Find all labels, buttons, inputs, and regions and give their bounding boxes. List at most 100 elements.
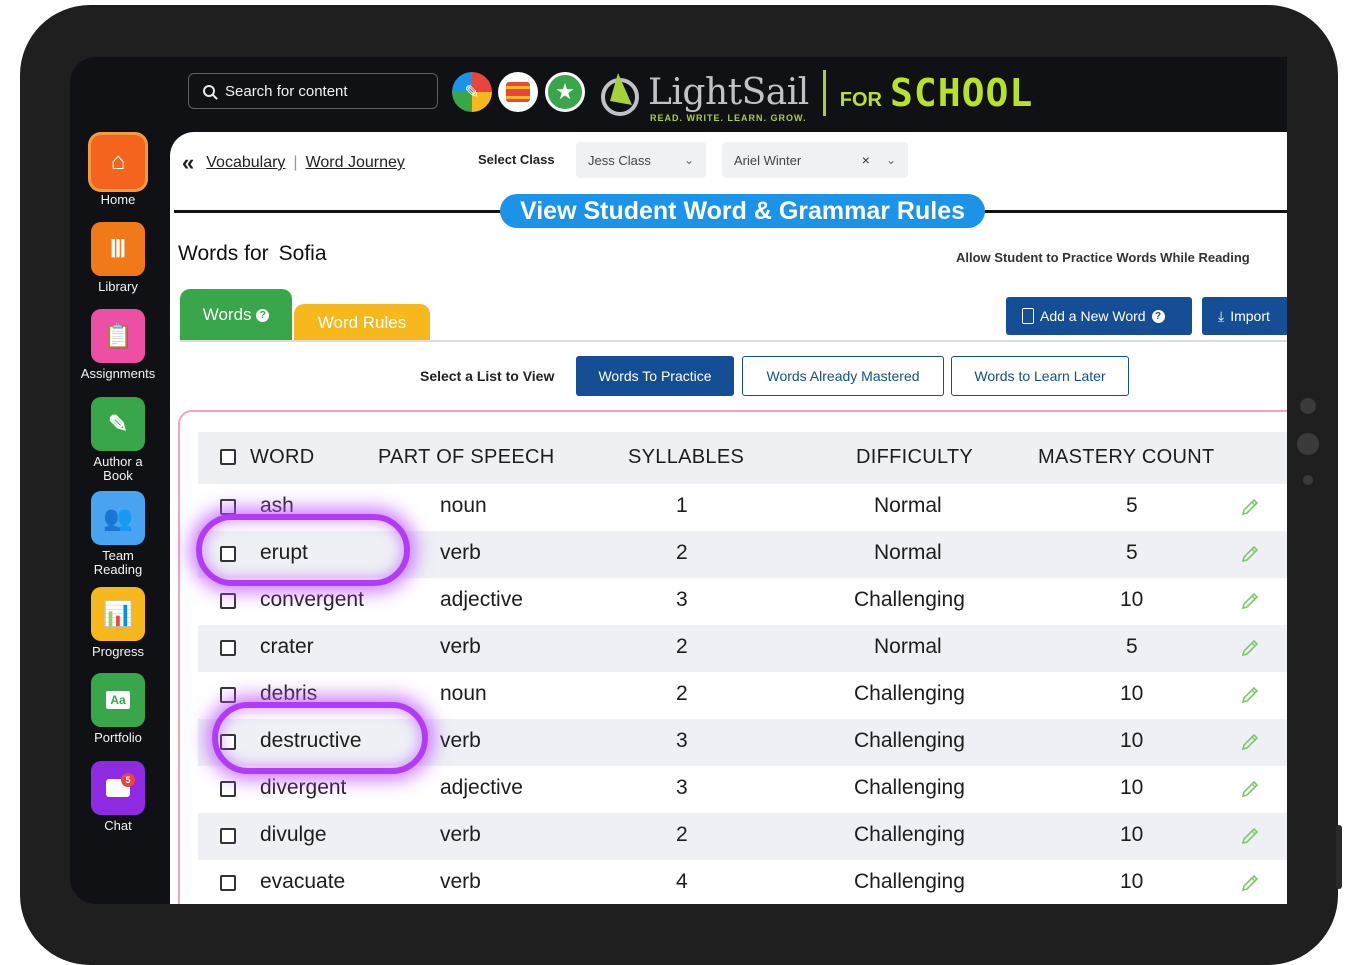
cell-mastery-count: 10 bbox=[1120, 870, 1144, 893]
home-icon: ⌂ bbox=[91, 135, 145, 189]
page-title: View Student Word & Grammar Rules bbox=[500, 194, 986, 228]
color-wheel-icon[interactable]: ✎ bbox=[452, 72, 492, 112]
import-icon: ⤓ bbox=[1218, 307, 1225, 324]
chevron-down-icon: ⌄ bbox=[885, 153, 896, 167]
words-for-label: Words for bbox=[178, 242, 269, 265]
header-syllables: SYLLABLES bbox=[628, 446, 745, 468]
edit-pencil-icon[interactable] bbox=[1240, 497, 1260, 517]
row-checkbox[interactable] bbox=[220, 640, 236, 656]
sidebar-label: Author a Book bbox=[93, 454, 143, 483]
sidebar-label: Assignments bbox=[80, 366, 156, 381]
row-checkbox[interactable] bbox=[220, 499, 236, 515]
sidebar-item-library[interactable]: Ⅲ Library bbox=[70, 222, 166, 294]
cell-difficulty: Challenging bbox=[854, 682, 965, 705]
sidebar-item-team-reading[interactable]: 👥 Team Reading bbox=[70, 491, 166, 577]
sidebar-item-progress[interactable]: 📊 Progress bbox=[70, 587, 166, 659]
words-to-practice-button[interactable]: Words To Practice bbox=[576, 356, 734, 396]
tab-words[interactable]: Words ? bbox=[180, 289, 292, 341]
edit-pencil-icon[interactable] bbox=[1240, 873, 1260, 893]
row-checkbox[interactable] bbox=[220, 781, 236, 797]
cell-word: convergent bbox=[260, 588, 364, 611]
words-table: WORD PART OF SPEECH SYLLABLES DIFFICULTY… bbox=[178, 410, 1287, 904]
logo-divider bbox=[822, 70, 826, 116]
sidebar-label: Portfolio bbox=[94, 730, 142, 745]
tablet-side-button bbox=[1336, 825, 1342, 889]
tab-word-rules[interactable]: Word Rules bbox=[294, 304, 430, 342]
breadcrumb-vocabulary[interactable]: Vocabulary bbox=[206, 154, 285, 172]
row-checkbox[interactable] bbox=[220, 687, 236, 703]
brand-name: LightSail bbox=[648, 72, 809, 113]
breadcrumb-separator: | bbox=[293, 154, 298, 171]
cell-part-of-speech: verb bbox=[440, 541, 481, 564]
edit-pencil-icon[interactable] bbox=[1240, 826, 1260, 846]
add-word-button[interactable]: Add a New Word ? bbox=[1006, 297, 1192, 335]
help-icon[interactable]: ? bbox=[1151, 309, 1165, 323]
cell-mastery-count: 5 bbox=[1126, 635, 1138, 658]
cell-word: crater bbox=[260, 635, 314, 658]
words-learn-later-button[interactable]: Words to Learn Later bbox=[951, 356, 1129, 396]
cell-difficulty: Challenging bbox=[854, 588, 965, 611]
cell-difficulty: Challenging bbox=[854, 870, 965, 893]
cell-word: evacuate bbox=[260, 870, 346, 893]
help-icon[interactable]: ? bbox=[256, 308, 270, 322]
cell-syllables: 2 bbox=[676, 635, 688, 658]
chat-icon: 5 bbox=[91, 761, 145, 815]
edit-pencil-icon[interactable] bbox=[1240, 638, 1260, 658]
words-for-heading: Words for Sofia bbox=[178, 242, 327, 266]
cell-syllables: 4 bbox=[676, 870, 688, 893]
class-select[interactable]: Jess Class ⌄ bbox=[576, 142, 706, 178]
words-mastered-button[interactable]: Words Already Mastered bbox=[742, 356, 944, 396]
sidebar-label: Team Reading bbox=[93, 548, 143, 577]
cell-part-of-speech: adjective bbox=[440, 588, 523, 611]
breadcrumb-word-journey[interactable]: Word Journey bbox=[306, 154, 405, 172]
cell-part-of-speech: verb bbox=[440, 870, 481, 893]
highlight-erupt bbox=[196, 514, 410, 586]
row-checkbox[interactable] bbox=[220, 593, 236, 609]
row-checkbox[interactable] bbox=[220, 828, 236, 844]
sidebar-item-home[interactable]: ⌂ Home bbox=[70, 135, 166, 207]
sail-logo-icon bbox=[598, 71, 642, 116]
brand-tagline: READ. WRITE. LEARN. GROW. bbox=[650, 113, 807, 123]
main-panel: « Vocabulary | Word Journey Select Class… bbox=[170, 132, 1287, 904]
student-select[interactable]: Ariel Winter × ⌄ bbox=[722, 142, 908, 178]
sidebar-label: Chat bbox=[104, 818, 132, 833]
tab-divider bbox=[180, 340, 1287, 342]
search-input[interactable]: Search for content bbox=[188, 73, 438, 109]
clear-icon[interactable]: × bbox=[862, 152, 870, 168]
edit-pencil-icon[interactable] bbox=[1240, 685, 1260, 705]
row-checkbox[interactable] bbox=[220, 875, 236, 891]
table-row: evacuate verb 4 Challenging 10 bbox=[198, 860, 1287, 904]
select-class-label: Select Class bbox=[478, 152, 555, 167]
highlight-destructive bbox=[212, 702, 428, 774]
cell-part-of-speech: noun bbox=[440, 682, 487, 705]
cell-mastery-count: 10 bbox=[1120, 682, 1144, 705]
import-button[interactable]: ⤓ Import bbox=[1202, 297, 1287, 335]
cell-part-of-speech: verb bbox=[440, 823, 481, 846]
edit-pencil-icon[interactable] bbox=[1240, 544, 1260, 564]
edit-pencil-icon[interactable] bbox=[1240, 591, 1260, 611]
sidebar-item-portfolio[interactable]: Aa Portfolio bbox=[70, 673, 166, 745]
star-icon[interactable]: ★ bbox=[545, 72, 585, 112]
cell-syllables: 1 bbox=[676, 494, 688, 517]
cell-syllables: 2 bbox=[676, 682, 688, 705]
sidebar-item-assignments[interactable]: 📋 Assignments bbox=[70, 309, 166, 381]
cell-part-of-speech: adjective bbox=[440, 776, 523, 799]
select-all-checkbox[interactable] bbox=[220, 449, 236, 465]
search-placeholder: Search for content bbox=[225, 82, 348, 100]
cell-mastery-count: 10 bbox=[1120, 729, 1144, 752]
table-row: divulge verb 2 Challenging 10 bbox=[198, 813, 1287, 860]
sidebar-label: Progress bbox=[91, 644, 145, 659]
sidebar-item-chat[interactable]: 5 Chat bbox=[70, 761, 166, 833]
sidebar-item-author-book[interactable]: ✎ Author a Book bbox=[70, 397, 166, 483]
books-stack-icon[interactable] bbox=[498, 72, 538, 112]
cell-difficulty: Challenging bbox=[854, 776, 965, 799]
cell-part-of-speech: verb bbox=[440, 729, 481, 752]
add-word-label: Add a New Word bbox=[1040, 308, 1146, 324]
edit-pencil-icon[interactable] bbox=[1240, 732, 1260, 752]
cell-syllables: 2 bbox=[676, 541, 688, 564]
edit-pencil-icon[interactable] bbox=[1240, 779, 1260, 799]
cell-mastery-count: 5 bbox=[1126, 494, 1138, 517]
header-word: WORD bbox=[250, 446, 315, 468]
back-chevron-icon[interactable]: « bbox=[182, 150, 194, 176]
search-icon bbox=[203, 85, 215, 97]
